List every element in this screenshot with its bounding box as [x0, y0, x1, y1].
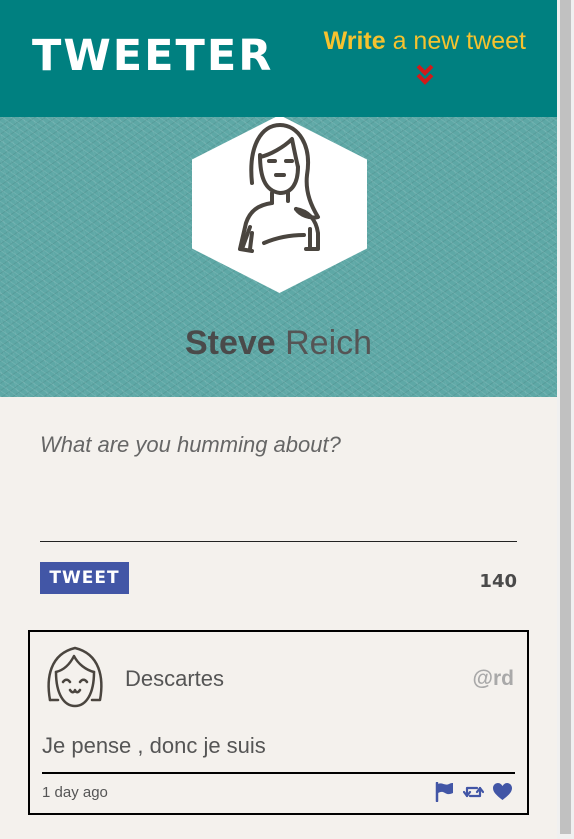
tweet-divider: [42, 772, 515, 774]
tweet-timestamp: 1 day ago: [42, 784, 108, 801]
profile-banner: Steve Reich: [0, 117, 557, 397]
scrollbar-thumb[interactable]: [560, 0, 571, 834]
profile-name: Steve Reich: [0, 322, 557, 364]
write-new-tweet-label[interactable]: Write a new tweet: [324, 26, 526, 56]
double-chevron-down-icon[interactable]: [416, 64, 434, 86]
character-counter: 140: [479, 571, 517, 592]
tweet-author-name: Descartes: [125, 666, 225, 691]
heart-icon[interactable]: [492, 782, 513, 802]
write-new-tweet-bold: Write: [323, 27, 386, 55]
tweet-author-handle: @rd: [472, 667, 514, 690]
profile-first-name: Steve: [184, 324, 276, 362]
profile-last-name: Reich: [275, 324, 373, 362]
tweet-text-input[interactable]: [40, 426, 517, 542]
write-new-tweet-toggle[interactable]: Write a new tweet: [324, 26, 526, 85]
page-scrollbar[interactable]: [557, 0, 574, 839]
retweet-icon[interactable]: [463, 782, 484, 802]
app-logo: TWEETER: [32, 31, 274, 81]
woman-avatar-icon: [192, 117, 367, 293]
tweet-submit-button[interactable]: TWEET: [40, 562, 129, 594]
page: TWEETER Write a new tweet Steve Reich Wh…: [0, 0, 557, 839]
write-new-tweet-rest: a new tweet: [385, 27, 526, 55]
tweet-card: Descartes @rd Je pense , donc je suis 1 …: [28, 630, 529, 815]
tweet-body: Je pense , donc je suis: [42, 733, 266, 758]
flag-icon[interactable]: [434, 782, 455, 802]
tweet-actions: [434, 782, 513, 802]
girl-avatar-icon: [47, 646, 103, 708]
nav-header: TWEETER Write a new tweet: [0, 0, 557, 117]
